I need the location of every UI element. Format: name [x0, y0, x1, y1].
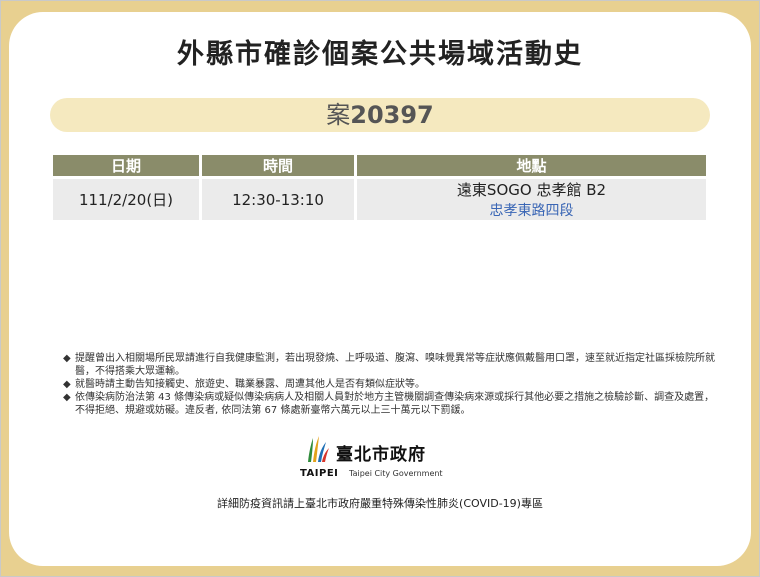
place-name: 遠東SOGO 忠孝館 B2: [456, 181, 607, 199]
case-number: 20397: [350, 101, 434, 129]
cell-place: 遠東SOGO 忠孝館 B2 忠孝東路四段: [357, 176, 706, 220]
notice-item: ◆ 依傳染病防治法第 43 條傳染病或疑似傳染病病人及相關人員對於地方主管機關調…: [63, 391, 723, 417]
column-header-time: 時間: [202, 155, 354, 176]
notice-text: 提醒曾出入相關場所民眾請進行自我健康監測，若出現發燒、上呼吸道、腹瀉、嗅味覺異常…: [75, 353, 715, 377]
page-title: 外縣市確診個案公共場域活動史: [177, 39, 583, 70]
cell-time: 12:30-13:10: [202, 176, 354, 220]
diamond-bullet-icon: ◆: [63, 392, 71, 403]
notice-item: ◆ 就醫時請主動告知接觸史、旅遊史、職業暴露、周遭其他人是否有類似症狀等。: [63, 378, 723, 391]
table-header-row: 日期 時間 地點: [53, 155, 706, 176]
notice-text: 依傳染病防治法第 43 條傳染病或疑似傳染病病人及相關人員對於地方主管機關調查傳…: [75, 392, 715, 416]
logo-english-name: Taipei City Government: [349, 469, 443, 478]
diamond-bullet-icon: ◆: [63, 379, 71, 390]
notice-card: 外縣市確診個案公共場域活動史 案20397 日期 時間 地點 111/2/20(…: [9, 12, 751, 566]
logo-chinese-name: 臺北市政府: [336, 445, 426, 465]
footer-info-text: 詳細防疫資訊請上臺北市政府嚴重特殊傳染性肺炎(COVID-19)專區: [217, 497, 543, 510]
column-header-date: 日期: [53, 155, 199, 176]
case-number-badge: 案20397: [50, 98, 710, 132]
activity-table: 日期 時間 地點 111/2/20(日) 12:30-13:10 遠東SOGO …: [50, 155, 709, 220]
column-header-place: 地點: [357, 155, 706, 176]
place-address: 忠孝東路四段: [489, 203, 574, 219]
case-prefix: 案: [326, 101, 351, 129]
health-notice-list: ◆ 提醒曾出入相關場所民眾請進行自我健康監測，若出現發燒、上呼吸道、腹瀉、嗅味覺…: [63, 352, 723, 417]
notice-item: ◆ 提醒曾出入相關場所民眾請進行自我健康監測，若出現發燒、上呼吸道、腹瀉、嗅味覺…: [63, 352, 723, 378]
taipei-city-government-logo: TAIPEI 臺北市政府 Taipei City Government: [300, 430, 460, 482]
taipei-city-logo-icon: [308, 436, 329, 462]
notice-text: 就醫時請主動告知接觸史、旅遊史、職業暴露、周遭其他人是否有類似症狀等。: [75, 379, 425, 390]
table-row: 111/2/20(日) 12:30-13:10 遠東SOGO 忠孝館 B2 忠孝…: [53, 176, 706, 220]
logo-mark-text: TAIPEI: [300, 468, 339, 479]
cell-date: 111/2/20(日): [53, 176, 199, 220]
diamond-bullet-icon: ◆: [63, 353, 71, 364]
